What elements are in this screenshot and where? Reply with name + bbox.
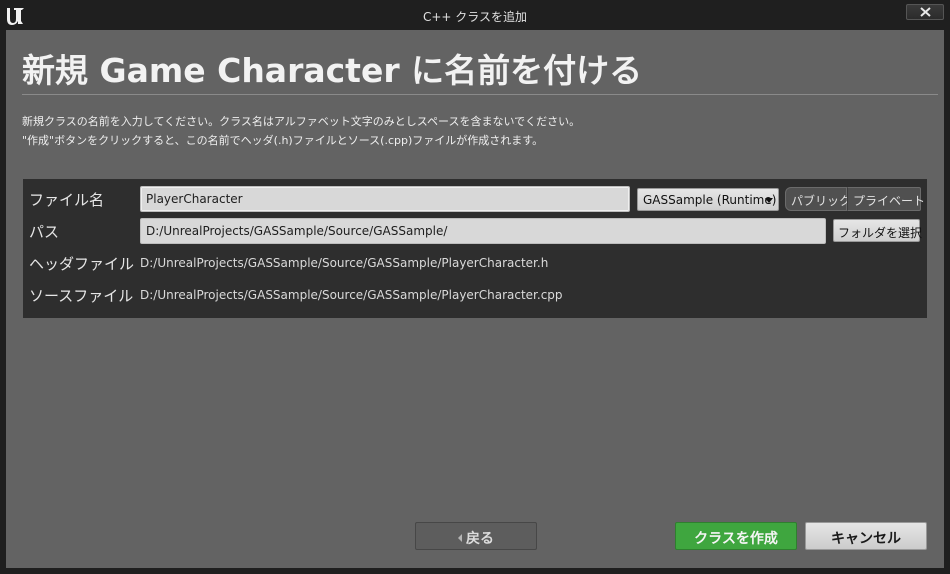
add-cpp-class-dialog: C++ クラスを追加 新規 Game Character に名前を付ける 新規ク… xyxy=(0,0,950,574)
create-class-button[interactable]: クラスを作成 xyxy=(675,522,797,550)
header-file-path: D:/UnrealProjects/GASSample/Source/GASSa… xyxy=(140,256,549,270)
cancel-button[interactable]: キャンセル xyxy=(805,522,927,550)
header-file-label: ヘッダファイル xyxy=(29,255,135,273)
private-toggle[interactable]: プライベート xyxy=(847,187,925,211)
window-title: C++ クラスを追加 xyxy=(422,10,528,24)
dialog-body: 新規 Game Character に名前を付ける 新規クラスの名前を入力してく… xyxy=(6,30,944,568)
title-bar[interactable]: C++ クラスを追加 xyxy=(0,0,950,30)
description-line-2: "作成"ボタンをクリックすると、この名前でヘッダ(.h)ファイルとソース(.cp… xyxy=(22,134,544,147)
title-divider xyxy=(22,94,938,95)
back-button[interactable]: 戻る xyxy=(415,522,537,550)
choose-folder-button[interactable]: フォルダを選択 xyxy=(833,219,922,242)
chevron-down-icon xyxy=(765,198,773,203)
close-icon xyxy=(920,7,931,17)
page-title: 新規 Game Character に名前を付ける xyxy=(22,51,643,90)
source-file-path: D:/UnrealProjects/GASSample/Source/GASSa… xyxy=(140,288,563,302)
class-name-input[interactable] xyxy=(140,186,630,212)
source-file-label: ソースファイル xyxy=(29,287,134,305)
module-dropdown-label: GASSample (Runtime) xyxy=(643,193,777,207)
path-input[interactable] xyxy=(140,218,826,244)
file-name-label: ファイル名 xyxy=(29,191,105,209)
module-dropdown[interactable]: GASSample (Runtime) xyxy=(637,188,779,211)
class-settings-panel: ファイル名 GASSample (Runtime) パブリック プライベート パ… xyxy=(23,179,927,318)
description-line-1: 新規クラスの名前を入力してください。クラス名はアルファベット文字のみとしスペース… xyxy=(22,115,581,128)
chevron-left-icon xyxy=(458,534,462,542)
path-label: パス xyxy=(29,223,60,241)
back-button-label: 戻る xyxy=(466,531,494,547)
close-button[interactable] xyxy=(906,4,944,20)
public-toggle[interactable]: パブリック xyxy=(785,187,851,211)
